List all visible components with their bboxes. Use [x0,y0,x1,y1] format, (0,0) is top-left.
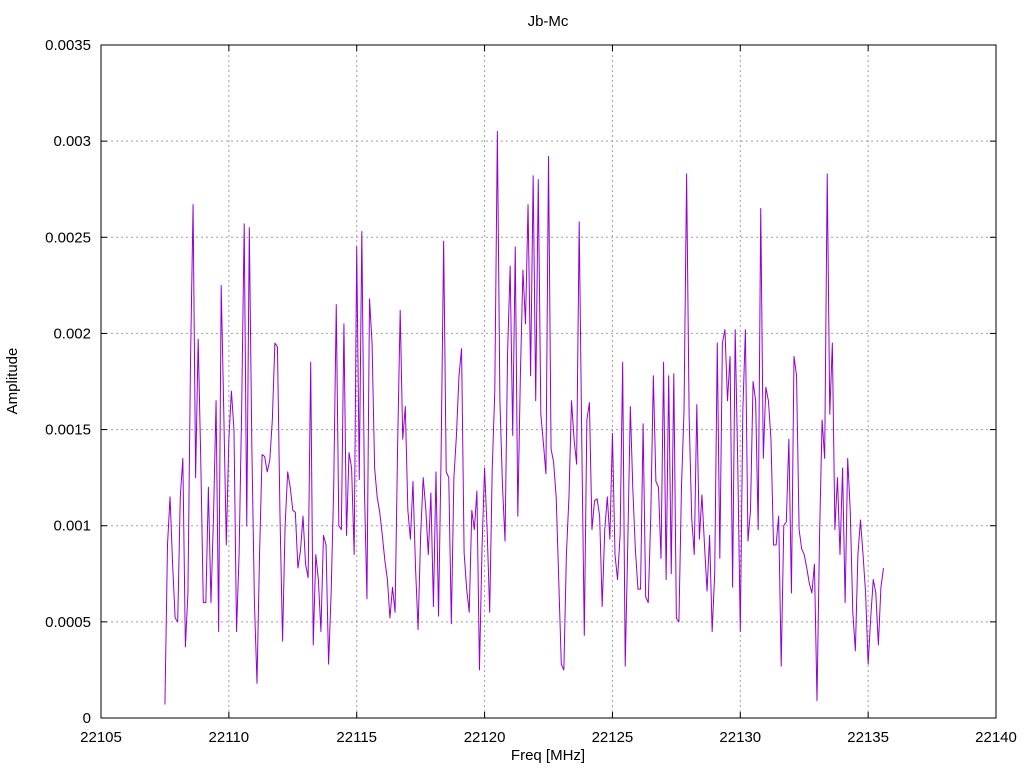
x-tick-label: 22130 [719,729,761,746]
y-tick-label: 0.001 [53,518,91,535]
series-line [164,131,884,705]
x-tick-label: 22140 [975,729,1017,746]
x-tick-label: 22135 [847,729,889,746]
x-tick-label: 22105 [80,729,122,746]
y-tick-label: 0.0035 [45,37,91,54]
x-tick-labels: 22105 22110 22115 22120 22125 22130 22135 22140 [80,729,1017,746]
line-chart: 22105 22110 22115 22120 22125 22130 22135 22140… [4,13,1017,764]
grid-lines [101,45,996,718]
y-tick-label: 0.0025 [45,229,91,246]
y-tick-labels: 0 0.0005 0.001 0.0015 0.002 0.0025 0.003 0.0035 [45,37,91,727]
y-tick-label: 0.0015 [45,422,91,439]
plot-frame [100,44,997,719]
x-tick-label: 22120 [464,729,506,746]
chart-title: Jb-Mc [528,13,569,30]
x-tick-label: 22110 [209,729,250,746]
y-tick-label: 0.003 [53,133,91,150]
x-axis-title: Freq [MHz] [511,747,585,764]
x-tick-label: 22125 [592,729,634,746]
axis-ticks [100,44,997,719]
y-tick-label: 0.002 [53,325,91,342]
series-group [164,131,884,705]
y-axis-title: Amplitude [4,348,21,415]
y-tick-label: 0.0005 [45,614,91,631]
x-tick-label: 22115 [336,729,377,746]
y-tick-label: 0 [83,710,91,727]
